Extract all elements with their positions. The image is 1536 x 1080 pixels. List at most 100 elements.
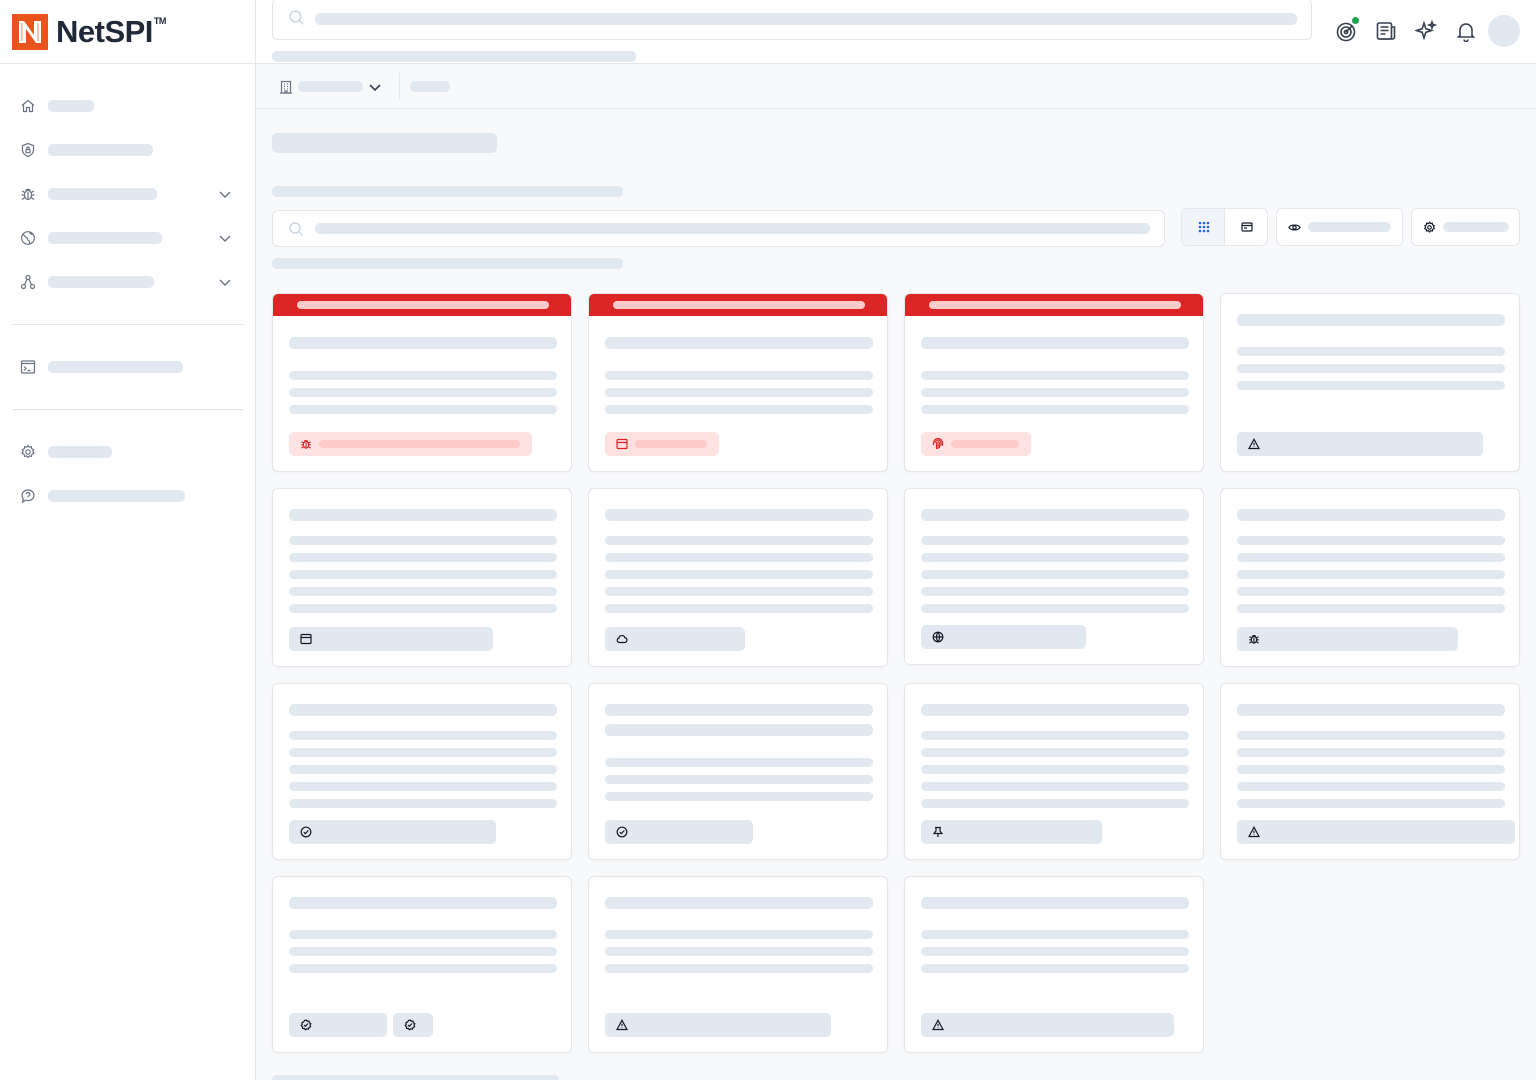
card-text-placeholder <box>921 553 1189 562</box>
sidebar-item-label-placeholder <box>48 100 94 112</box>
card-tag <box>605 1013 831 1037</box>
tag-label-placeholder <box>319 440 520 448</box>
sidebar-item-console[interactable] <box>12 349 244 385</box>
warning-icon <box>1248 826 1260 838</box>
context-bar <box>256 64 1536 109</box>
chevron-down-icon[interactable] <box>368 80 382 94</box>
card-text-placeholder <box>605 758 873 767</box>
catalog-card[interactable] <box>588 293 888 472</box>
card-text-placeholder <box>921 799 1189 808</box>
catalog-card[interactable] <box>588 488 888 667</box>
card-view-icon <box>1241 221 1253 233</box>
card-text-placeholder <box>605 536 873 545</box>
chevron-down-icon[interactable] <box>218 231 232 245</box>
page-title-placeholder <box>272 133 497 153</box>
card-text-placeholder <box>289 405 557 414</box>
netspi-logo[interactable]: NetSPITM <box>12 14 166 50</box>
gear-icon <box>20 444 36 460</box>
visibility-button[interactable] <box>1276 208 1403 246</box>
card-header-placeholder <box>613 301 865 309</box>
catalog-card[interactable] <box>272 293 572 472</box>
catalog-card[interactable] <box>272 683 572 860</box>
avatar[interactable] <box>1488 15 1520 47</box>
grid-view-icon <box>1198 221 1210 233</box>
warning-icon <box>932 1019 944 1031</box>
verified-badge-icon <box>300 1019 312 1031</box>
catalog-search-input[interactable] <box>272 210 1165 247</box>
global-search-input[interactable] <box>272 0 1312 40</box>
card-text-placeholder <box>605 792 873 801</box>
news-icon[interactable] <box>1375 20 1397 42</box>
card-title-placeholder <box>921 897 1189 909</box>
check-circle-icon <box>300 826 312 838</box>
catalog-card[interactable] <box>904 876 1204 1053</box>
view-mode-toggle <box>1181 208 1268 246</box>
card-view-button[interactable] <box>1225 209 1267 245</box>
card-title-placeholder <box>921 509 1189 521</box>
organization-selector-placeholder[interactable] <box>298 81 363 92</box>
card-tag <box>289 820 496 844</box>
status-dot <box>1351 16 1360 25</box>
catalog-card[interactable] <box>588 876 888 1053</box>
card-title-placeholder <box>1237 704 1505 716</box>
card-tag <box>289 627 493 651</box>
catalog-card[interactable] <box>904 293 1204 472</box>
sidebar-header-divider <box>0 63 256 64</box>
card-text-placeholder <box>1237 347 1505 356</box>
card-text-placeholder <box>605 947 873 956</box>
card-text-placeholder <box>289 748 557 757</box>
catalog-card[interactable] <box>272 876 572 1053</box>
sidebar-item-settings[interactable] <box>12 434 244 470</box>
card-text-placeholder <box>921 765 1189 774</box>
warning-icon <box>1248 438 1260 450</box>
cloud-icon <box>616 633 628 645</box>
target-icon[interactable] <box>1335 16 1360 42</box>
chevron-down-icon[interactable] <box>218 275 232 289</box>
card-text-placeholder <box>1237 731 1505 740</box>
catalog-card[interactable] <box>904 683 1204 860</box>
catalog-card[interactable] <box>1220 293 1520 472</box>
window-icon <box>616 438 628 450</box>
catalog-card[interactable] <box>1220 488 1520 667</box>
sidebar-item-attack-surface[interactable] <box>12 220 244 256</box>
card-text-placeholder <box>605 371 873 380</box>
sidebar: NetSPITM <box>0 0 256 1080</box>
search-icon <box>288 221 304 237</box>
settings-button[interactable] <box>1411 208 1520 246</box>
search-placeholder <box>315 223 1150 234</box>
sidebar-item-label-placeholder <box>48 361 183 373</box>
catalog-card[interactable] <box>1220 683 1520 860</box>
catalog-card[interactable] <box>904 488 1204 665</box>
card-text-placeholder <box>289 782 557 791</box>
breadcrumb-placeholder <box>272 51 636 62</box>
chevron-down-icon[interactable] <box>218 187 232 201</box>
sidebar-item-label-placeholder <box>48 232 162 244</box>
bell-icon[interactable] <box>1455 20 1477 42</box>
card-text-placeholder <box>605 388 873 397</box>
sidebar-item-home[interactable] <box>12 88 244 124</box>
card-tag <box>289 1013 387 1037</box>
sidebar-item-support[interactable] <box>12 478 244 514</box>
card-text-placeholder <box>1237 381 1505 390</box>
top-bar <box>256 0 1536 64</box>
fingerprint-icon <box>932 438 944 450</box>
sidebar-item-vulnerabilities[interactable] <box>12 176 244 212</box>
context-label-placeholder <box>410 81 450 92</box>
card-text-placeholder <box>289 799 557 808</box>
card-text-placeholder <box>289 947 557 956</box>
catalog-card[interactable] <box>272 488 572 667</box>
sidebar-item-label-placeholder <box>48 144 153 156</box>
settings-label-placeholder <box>1443 222 1509 232</box>
sidebar-divider <box>12 324 244 325</box>
search-icon <box>288 9 305 26</box>
card-title-placeholder <box>605 337 873 349</box>
grid-view-button[interactable] <box>1182 209 1225 245</box>
sidebar-item-security[interactable] <box>12 132 244 168</box>
card-text-placeholder <box>289 570 557 579</box>
catalog-card[interactable] <box>588 683 888 860</box>
card-text-placeholder <box>921 371 1189 380</box>
card-text-placeholder <box>1237 536 1505 545</box>
card-text-placeholder <box>605 405 873 414</box>
sparkle-icon[interactable] <box>1415 20 1437 42</box>
sidebar-item-assets[interactable] <box>12 264 244 300</box>
